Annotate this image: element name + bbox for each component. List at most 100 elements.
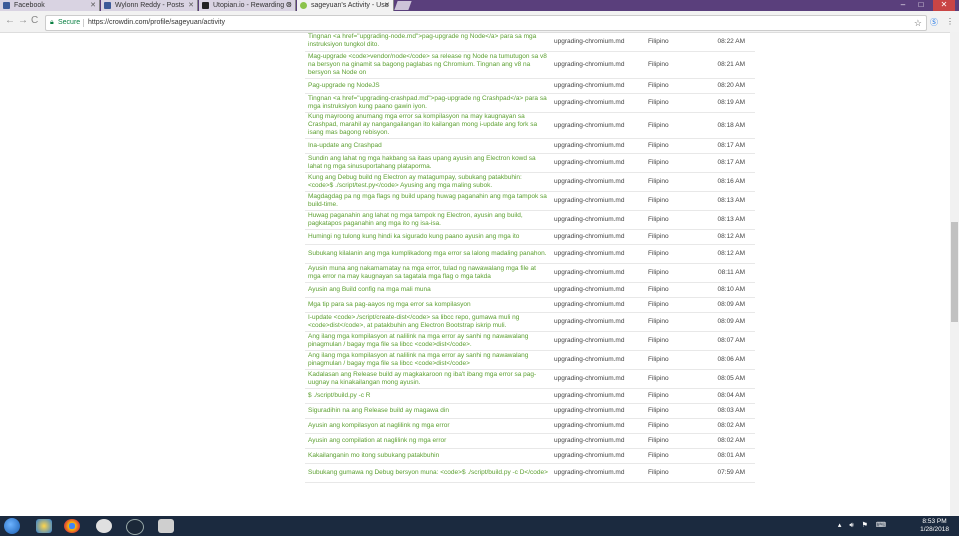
tab-crowdin-activity[interactable]: sageyuan's Activity - Uso ✕	[297, 0, 394, 11]
back-icon[interactable]: ←	[5, 15, 15, 26]
activity-time: 07:59 AM	[711, 463, 755, 483]
activity-language: Filipino	[645, 388, 711, 404]
activity-text[interactable]: Kadalasan ang Release build ay magkakaro…	[305, 369, 551, 389]
forward-icon[interactable]: →	[18, 15, 28, 26]
activity-time: 08:17 AM	[711, 138, 755, 154]
activity-text[interactable]: Kakailanganin mo itong subukang patakbuh…	[305, 448, 551, 464]
activity-file: upgrading-chromium.md	[551, 369, 645, 389]
activity-text[interactable]: Ayusin muna ang nakamamatay na mga error…	[305, 263, 551, 283]
close-icon[interactable]: ✕	[384, 0, 390, 11]
activity-text[interactable]: Ayusin ang compilation at naglilink ng m…	[305, 433, 551, 449]
activity-time: 08:16 AM	[711, 172, 755, 192]
activity-row: Ayusin ang kompilasyon at naglilink ng m…	[305, 418, 755, 434]
activity-text[interactable]: Ang ilang mga kompilasyon at nalilink na…	[305, 331, 551, 351]
activity-text[interactable]: Tingnan <a href="upgrading-node.md">pag-…	[305, 32, 551, 52]
activity-row: Ang ilang mga kompilasyon at nalilink na…	[305, 350, 755, 370]
activity-language: Filipino	[645, 112, 711, 139]
activity-text[interactable]: I-update <code>./script/create-dist</cod…	[305, 312, 551, 332]
taskbar-clock[interactable]: 8:53 PM 1/28/2018	[920, 518, 949, 534]
tab-facebook[interactable]: Facebook ✕	[0, 0, 100, 11]
reload-icon[interactable]: C	[31, 15, 38, 26]
activity-file: upgrading-chromium.md	[551, 153, 645, 173]
extension-s-icon[interactable]: Ⓢ	[930, 17, 938, 28]
activity-time: 08:05 AM	[711, 369, 755, 389]
activity-text[interactable]: Mga tip para sa pag-aayos ng mga error s…	[305, 297, 551, 313]
activity-text[interactable]: Kung ang Debug build ng Electron ay mata…	[305, 172, 551, 192]
close-icon[interactable]: ✕	[90, 0, 96, 11]
activity-time: 08:01 AM	[711, 448, 755, 464]
tab-strip: Facebook ✕ Wylonn Reddy - Posts ✕ Utopia…	[0, 0, 959, 11]
start-button[interactable]	[4, 518, 20, 534]
activity-time: 08:18 AM	[711, 112, 755, 139]
internet-explorer-icon[interactable]	[36, 519, 52, 533]
activity-file: upgrading-chromium.md	[551, 331, 645, 351]
taskbar: ▴ 🔊︎ ⚑ ⌨ 8:53 PM 1/28/2018	[0, 516, 959, 536]
system-tray[interactable]: ▴ 🔊︎ ⚑ ⌨	[838, 521, 889, 530]
tab-utopian[interactable]: Utopian.io - Rewarding O ✕	[199, 0, 296, 11]
activity-text[interactable]: Huwag paganahin ang lahat ng mga tampok …	[305, 210, 551, 230]
activity-file: upgrading-chromium.md	[551, 51, 645, 79]
bookmark-star-icon[interactable]: ☆	[914, 16, 922, 30]
activity-time: 08:21 AM	[711, 51, 755, 79]
activity-text[interactable]: Tingnan <a href="upgrading-crashpad.md">…	[305, 93, 551, 113]
scrollbar[interactable]	[950, 32, 959, 516]
activity-time: 08:10 AM	[711, 282, 755, 298]
activity-language: Filipino	[645, 191, 711, 211]
activity-file: upgrading-chromium.md	[551, 350, 645, 370]
activity-time: 08:12 AM	[711, 244, 755, 264]
tab-wylonn-reddy[interactable]: Wylonn Reddy - Posts ✕	[101, 0, 198, 11]
activity-language: Filipino	[645, 172, 711, 192]
menu-icon[interactable]: ⋮	[946, 17, 954, 26]
minimize-icon[interactable]: –	[897, 0, 909, 11]
scrollbar-thumb[interactable]	[951, 222, 958, 322]
activity-row: Ayusin muna ang nakamamatay na mga error…	[305, 263, 755, 283]
activity-file: upgrading-chromium.md	[551, 191, 645, 211]
activity-time: 08:07 AM	[711, 331, 755, 351]
new-tab-button[interactable]	[394, 1, 412, 10]
url-text[interactable]: https://crowdin.com/profile/sageyuan/act…	[88, 16, 225, 30]
app-c-icon[interactable]	[96, 519, 112, 533]
activity-text[interactable]: Ayusin ang kompilasyon at naglilink ng m…	[305, 418, 551, 434]
activity-text[interactable]: Kung mayroong anumang mga error sa kompi…	[305, 112, 551, 139]
activity-row: Ayusin ang Build config na mga mali muna…	[305, 282, 755, 298]
window-controls: – □ ✕	[897, 0, 955, 11]
activity-file: upgrading-chromium.md	[551, 403, 645, 419]
activity-language: Filipino	[645, 448, 711, 464]
activity-text[interactable]: Pag-upgrade ng NodeJS	[305, 78, 551, 94]
activity-text[interactable]: Humingi ng tulong kung hindi ka sigurado…	[305, 229, 551, 245]
app-icon[interactable]	[158, 519, 174, 533]
divider	[83, 19, 84, 27]
activity-language: Filipino	[645, 403, 711, 419]
activity-file: upgrading-chromium.md	[551, 32, 645, 52]
activity-text[interactable]: Ina-update ang Crashpad	[305, 138, 551, 154]
activity-row: Ang ilang mga kompilasyon at nalilink na…	[305, 331, 755, 351]
activity-language: Filipino	[645, 282, 711, 298]
activity-row: Subukang gumawa ng Debug bersyon muna: <…	[305, 463, 755, 483]
address-bar[interactable]: 🔒︎ Secure https://crowdin.com/profile/sa…	[45, 15, 927, 31]
chrome-icon[interactable]	[64, 519, 80, 533]
activity-text[interactable]: $ ./script/build.py -c R	[305, 388, 551, 404]
activity-text[interactable]: Subukang gumawa ng Debug bersyon muna: <…	[305, 463, 551, 483]
steam-icon[interactable]	[126, 519, 144, 535]
activity-time: 08:02 AM	[711, 418, 755, 434]
activity-row: I-update <code>./script/create-dist</cod…	[305, 312, 755, 332]
activity-language: Filipino	[645, 463, 711, 483]
activity-table: Tingnan <a href="upgrading-node.md">pag-…	[305, 32, 755, 483]
activity-text[interactable]: Siguradihin na ang Release build ay maga…	[305, 403, 551, 419]
activity-text[interactable]: Subukang kilalanin ang mga kumplikadong …	[305, 244, 551, 264]
clock-time: 8:53 PM	[922, 518, 947, 525]
tab-title: sageyuan's Activity - Uso	[311, 2, 389, 9]
close-window-icon[interactable]: ✕	[933, 0, 955, 11]
activity-text[interactable]: Mag-upgrade <code>vendor/node</code> sa …	[305, 51, 551, 79]
activity-file: upgrading-chromium.md	[551, 297, 645, 313]
maximize-icon[interactable]: □	[915, 0, 927, 11]
close-icon[interactable]: ✕	[188, 0, 194, 11]
activity-text[interactable]: Ang ilang mga kompilasyon at nalilink na…	[305, 350, 551, 370]
activity-file: upgrading-chromium.md	[551, 93, 645, 113]
activity-text[interactable]: Ayusin ang Build config na mga mali muna	[305, 282, 551, 298]
close-icon[interactable]: ✕	[286, 0, 292, 11]
activity-text[interactable]: Sundin ang lahat ng mga hakbang sa itaas…	[305, 153, 551, 173]
activity-text[interactable]: Magdagdag pa ng mga flags ng build upang…	[305, 191, 551, 211]
activity-row: Pag-upgrade ng NodeJS upgrading-chromium.…	[305, 78, 755, 94]
activity-time: 08:20 AM	[711, 78, 755, 94]
